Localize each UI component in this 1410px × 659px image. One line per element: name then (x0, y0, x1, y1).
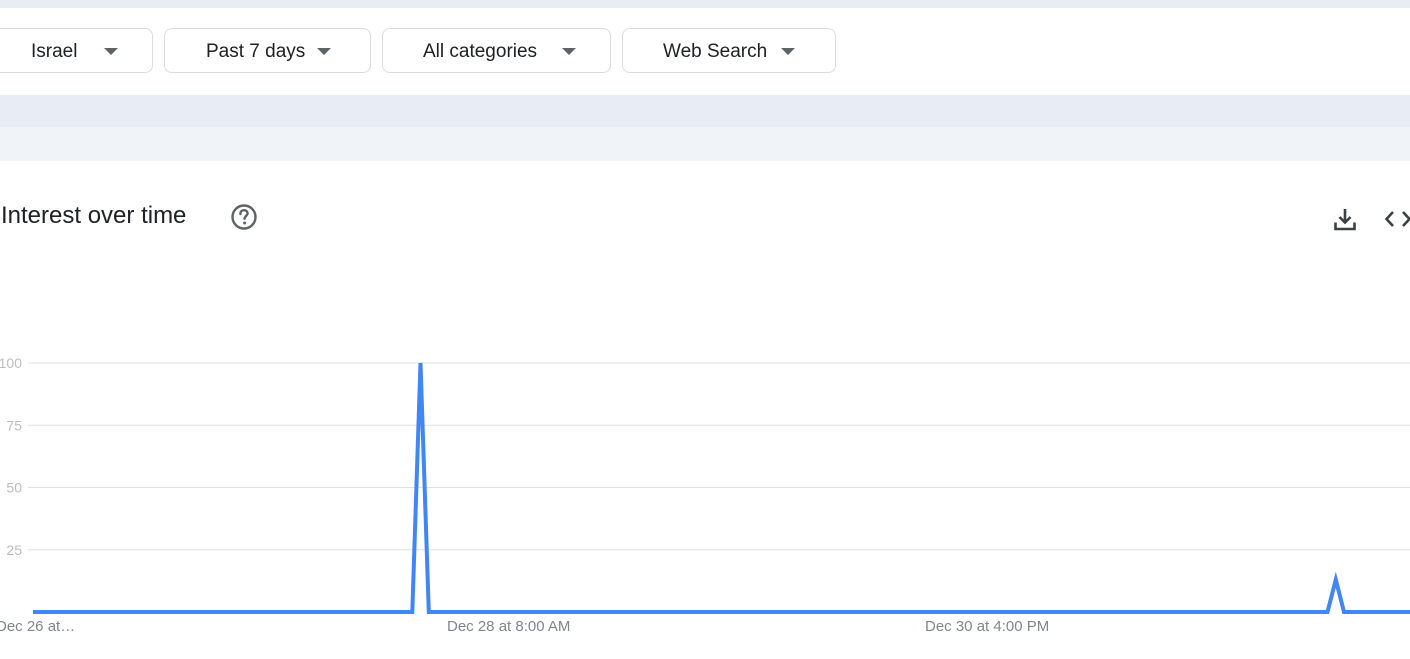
x-tick-label-2: Dec 30 at 4:00 PM (925, 618, 1049, 635)
chevron-down-icon (562, 48, 576, 55)
x-tick-label-1: Dec 28 at 8:00 AM (447, 618, 570, 635)
category-dropdown[interactable]: All categories (382, 28, 611, 73)
comparison-band-lower (0, 127, 1410, 161)
chevron-down-icon (317, 48, 331, 55)
search-type-dropdown[interactable]: Web Search (622, 28, 836, 73)
top-strip (0, 0, 1410, 8)
embed-code-icon[interactable] (1384, 207, 1410, 231)
filter-bar: Israel Past 7 days All categories Web Se… (0, 28, 1410, 76)
y-tick-label-75: 75 (6, 417, 22, 433)
line-chart-svg: 100 75 50 25 Dec 26 at… Dec 28 at 8:00 AM Dec … (0, 355, 1410, 635)
y-tick-label-25: 25 (6, 542, 22, 558)
card-title: Interest over time (1, 202, 187, 229)
time-range-label: Past 7 days (206, 41, 306, 62)
interest-over-time-chart: 100 75 50 25 Dec 26 at… Dec 28 at 8:00 AM Dec … (0, 340, 1410, 659)
region-label: Israel (31, 41, 78, 62)
time-range-dropdown[interactable]: Past 7 days (164, 28, 371, 73)
help-circle-icon[interactable] (230, 203, 258, 231)
download-icon[interactable] (1332, 206, 1358, 232)
chevron-down-icon (104, 48, 118, 55)
search-type-label: Web Search (663, 41, 768, 62)
chevron-down-icon (781, 48, 795, 55)
y-tick-label-100: 100 (0, 355, 22, 371)
y-tick-label-50: 50 (6, 480, 22, 496)
category-label: All categories (423, 41, 538, 62)
comparison-band (0, 95, 1410, 127)
x-tick-label-0: Dec 26 at… (0, 618, 75, 635)
region-dropdown[interactable]: Israel (0, 28, 153, 73)
